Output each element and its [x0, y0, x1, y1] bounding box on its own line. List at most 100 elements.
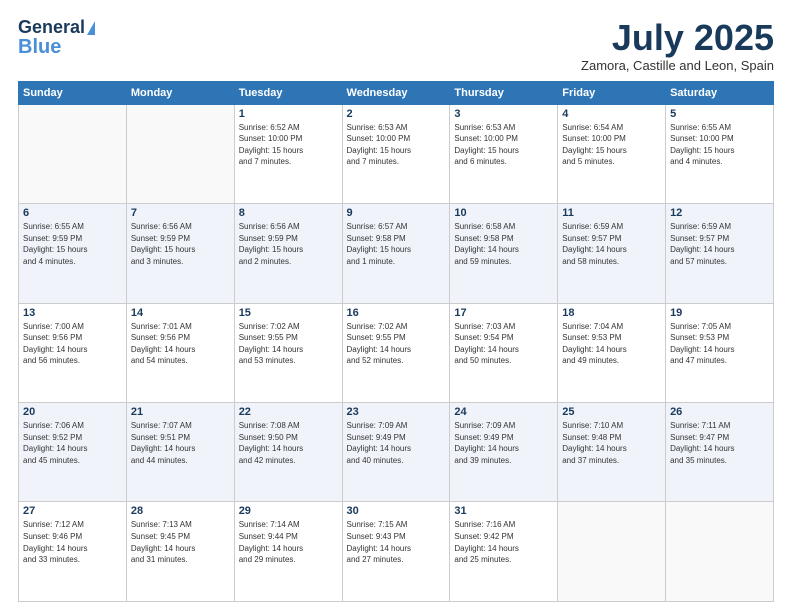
calendar-cell: 24Sunrise: 7:09 AM Sunset: 9:49 PM Dayli…: [450, 403, 558, 502]
day-info: Sunrise: 7:04 AM Sunset: 9:53 PM Dayligh…: [562, 321, 661, 367]
day-info: Sunrise: 7:08 AM Sunset: 9:50 PM Dayligh…: [239, 420, 338, 466]
day-info: Sunrise: 7:12 AM Sunset: 9:46 PM Dayligh…: [23, 519, 122, 565]
calendar-cell: 3 Sunrise: 6:53 AM Sunset: 10:00 PM Dayli…: [450, 104, 558, 203]
day-info: Sunrise: 7:14 AM Sunset: 9:44 PM Dayligh…: [239, 519, 338, 565]
day-info: Sunrise: 6:57 AM Sunset: 9:58 PM Dayligh…: [347, 221, 446, 267]
day-info: Sunrise: 7:05 AM Sunset: 9:53 PM Dayligh…: [670, 321, 769, 367]
month-title: July 2025: [581, 18, 774, 58]
day-number: 3: [454, 108, 553, 120]
day-number: 24: [454, 406, 553, 418]
header-wednesday: Wednesday: [342, 81, 450, 104]
weekday-header-row: Sunday Monday Tuesday Wednesday Thursday…: [19, 81, 774, 104]
calendar-cell: 6 Sunrise: 6:55 AM Sunset: 9:59 PM Daylig…: [19, 204, 127, 303]
logo-blue: Blue: [18, 36, 61, 58]
calendar-cell: 10Sunrise: 6:58 AM Sunset: 9:58 PM Dayli…: [450, 204, 558, 303]
calendar-cell: [666, 502, 774, 602]
day-info: Sunrise: 6:53 AM Sunset: 10:00 PM Daylig…: [347, 122, 446, 168]
logo: General Blue: [18, 18, 95, 58]
calendar-cell: 20 Sunrise: 7:06 AM Sunset: 9:52 PM Dayli…: [19, 403, 127, 502]
day-number: 11: [562, 207, 661, 219]
calendar-cell: 4 Sunrise: 6:54 AM Sunset: 10:00 PM Dayli…: [558, 104, 666, 203]
calendar-cell: 9Sunrise: 6:57 AM Sunset: 9:58 PM Daylig…: [342, 204, 450, 303]
day-info: Sunrise: 7:09 AM Sunset: 9:49 PM Dayligh…: [347, 420, 446, 466]
day-info: Sunrise: 7:06 AM Sunset: 9:52 PM Dayligh…: [23, 420, 122, 466]
subtitle: Zamora, Castille and Leon, Spain: [581, 58, 774, 73]
day-info: Sunrise: 6:59 AM Sunset: 9:57 PM Dayligh…: [562, 221, 661, 267]
day-info: Sunrise: 6:55 AM Sunset: 9:59 PM Dayligh…: [23, 221, 122, 267]
header-sunday: Sunday: [19, 81, 127, 104]
day-number: 4: [562, 108, 661, 120]
day-number: 5: [670, 108, 769, 120]
calendar-week-row: 1 Sunrise: 6:52 AM Sunset: 10:00 PM Dayli…: [19, 104, 774, 203]
day-number: 26: [670, 406, 769, 418]
day-info: Sunrise: 7:03 AM Sunset: 9:54 PM Dayligh…: [454, 321, 553, 367]
day-number: 19: [670, 307, 769, 319]
calendar-cell: 26Sunrise: 7:11 AM Sunset: 9:47 PM Dayli…: [666, 403, 774, 502]
header-thursday: Thursday: [450, 81, 558, 104]
calendar-table: Sunday Monday Tuesday Wednesday Thursday…: [18, 81, 774, 602]
calendar-cell: 13 Sunrise: 7:00 AM Sunset: 9:56 PM Dayli…: [19, 303, 127, 402]
logo-triangle-icon: [87, 21, 95, 35]
day-info: Sunrise: 7:15 AM Sunset: 9:43 PM Dayligh…: [347, 519, 446, 565]
day-number: 28: [131, 505, 230, 517]
day-info: Sunrise: 7:07 AM Sunset: 9:51 PM Dayligh…: [131, 420, 230, 466]
day-info: Sunrise: 6:53 AM Sunset: 10:00 PM Daylig…: [454, 122, 553, 168]
day-number: 7: [131, 207, 230, 219]
header-friday: Friday: [558, 81, 666, 104]
calendar-cell: 19 Sunrise: 7:05 AM Sunset: 9:53 PM Dayli…: [666, 303, 774, 402]
day-info: Sunrise: 6:52 AM Sunset: 10:00 PM Daylig…: [239, 122, 338, 168]
calendar-cell: 25Sunrise: 7:10 AM Sunset: 9:48 PM Dayli…: [558, 403, 666, 502]
day-number: 14: [131, 307, 230, 319]
header-saturday: Saturday: [666, 81, 774, 104]
day-info: Sunrise: 6:56 AM Sunset: 9:59 PM Dayligh…: [239, 221, 338, 267]
calendar-cell: 5 Sunrise: 6:55 AM Sunset: 10:00 PM Dayli…: [666, 104, 774, 203]
day-number: 29: [239, 505, 338, 517]
day-number: 30: [347, 505, 446, 517]
day-number: 2: [347, 108, 446, 120]
day-info: Sunrise: 7:10 AM Sunset: 9:48 PM Dayligh…: [562, 420, 661, 466]
header-monday: Monday: [126, 81, 234, 104]
day-info: Sunrise: 7:02 AM Sunset: 9:55 PM Dayligh…: [347, 321, 446, 367]
header: General Blue July 2025 Zamora, Castille …: [18, 18, 774, 73]
calendar-week-row: 27 Sunrise: 7:12 AM Sunset: 9:46 PM Dayli…: [19, 502, 774, 602]
day-info: Sunrise: 7:00 AM Sunset: 9:56 PM Dayligh…: [23, 321, 122, 367]
day-number: 21: [131, 406, 230, 418]
calendar-cell: [558, 502, 666, 602]
calendar-cell: 31Sunrise: 7:16 AM Sunset: 9:42 PM Dayli…: [450, 502, 558, 602]
day-info: Sunrise: 6:55 AM Sunset: 10:00 PM Daylig…: [670, 122, 769, 168]
day-number: 8: [239, 207, 338, 219]
day-number: 18: [562, 307, 661, 319]
calendar-cell: 1 Sunrise: 6:52 AM Sunset: 10:00 PM Dayli…: [234, 104, 342, 203]
calendar-cell: 16 Sunrise: 7:02 AM Sunset: 9:55 PM Dayli…: [342, 303, 450, 402]
calendar-cell: 14Sunrise: 7:01 AM Sunset: 9:56 PM Dayli…: [126, 303, 234, 402]
day-info: Sunrise: 7:16 AM Sunset: 9:42 PM Dayligh…: [454, 519, 553, 565]
day-info: Sunrise: 7:02 AM Sunset: 9:55 PM Dayligh…: [239, 321, 338, 367]
calendar-cell: 23Sunrise: 7:09 AM Sunset: 9:49 PM Dayli…: [342, 403, 450, 502]
day-number: 15: [239, 307, 338, 319]
day-number: 27: [23, 505, 122, 517]
calendar-cell: 29 Sunrise: 7:14 AM Sunset: 9:44 PM Dayli…: [234, 502, 342, 602]
day-number: 12: [670, 207, 769, 219]
day-number: 20: [23, 406, 122, 418]
calendar-week-row: 20 Sunrise: 7:06 AM Sunset: 9:52 PM Dayli…: [19, 403, 774, 502]
day-number: 16: [347, 307, 446, 319]
calendar-cell: 27 Sunrise: 7:12 AM Sunset: 9:46 PM Dayli…: [19, 502, 127, 602]
day-number: 22: [239, 406, 338, 418]
title-block: July 2025 Zamora, Castille and Leon, Spa…: [581, 18, 774, 73]
calendar-cell: 8 Sunrise: 6:56 AM Sunset: 9:59 PM Daylig…: [234, 204, 342, 303]
day-info: Sunrise: 7:13 AM Sunset: 9:45 PM Dayligh…: [131, 519, 230, 565]
calendar-cell: 18 Sunrise: 7:04 AM Sunset: 9:53 PM Dayli…: [558, 303, 666, 402]
day-info: Sunrise: 6:56 AM Sunset: 9:59 PM Dayligh…: [131, 221, 230, 267]
day-number: 17: [454, 307, 553, 319]
calendar-cell: 21 Sunrise: 7:07 AM Sunset: 9:51 PM Dayli…: [126, 403, 234, 502]
day-number: 13: [23, 307, 122, 319]
day-info: Sunrise: 6:54 AM Sunset: 10:00 PM Daylig…: [562, 122, 661, 168]
day-info: Sunrise: 6:59 AM Sunset: 9:57 PM Dayligh…: [670, 221, 769, 267]
calendar-cell: [19, 104, 127, 203]
day-number: 1: [239, 108, 338, 120]
day-number: 6: [23, 207, 122, 219]
calendar-cell: 15 Sunrise: 7:02 AM Sunset: 9:55 PM Dayli…: [234, 303, 342, 402]
calendar-cell: 11 Sunrise: 6:59 AM Sunset: 9:57 PM Dayli…: [558, 204, 666, 303]
calendar-cell: 30 Sunrise: 7:15 AM Sunset: 9:43 PM Dayli…: [342, 502, 450, 602]
calendar-cell: 12 Sunrise: 6:59 AM Sunset: 9:57 PM Dayli…: [666, 204, 774, 303]
